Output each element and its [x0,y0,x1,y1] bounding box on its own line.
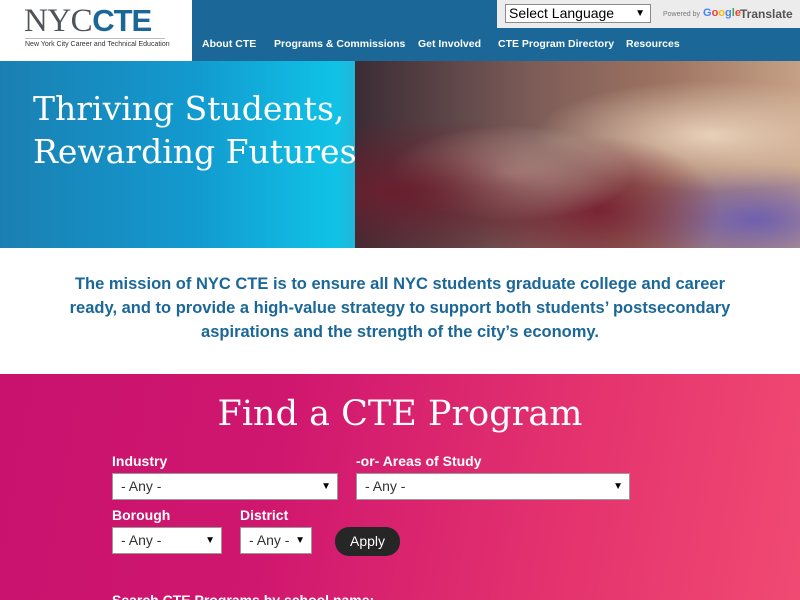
borough-select[interactable]: - Any - ▼ [112,527,222,554]
translate-label: Translate [740,7,793,21]
nav-about-cte[interactable]: About CTE [202,38,256,50]
google-logo[interactable]: Google [703,7,741,19]
nav-resources[interactable]: Resources [626,38,680,50]
dropdown-arrow-icon: ▼ [321,481,331,492]
logo-subtitle: New York City Career and Technical Educa… [25,41,170,48]
apply-button[interactable]: Apply [335,527,400,556]
hero-banner: Thriving Students, Rewarding Futures [0,61,800,248]
industry-label: Industry [112,453,168,469]
search-by-school-label: Search CTE Programs by school name: [112,592,375,600]
industry-select[interactable]: - Any - ▼ [112,473,338,500]
hero-title: Thriving Students, Rewarding Futures [33,89,357,171]
dropdown-arrow-icon: ▼ [635,8,645,19]
logo-divider [25,38,165,39]
powered-by-label: Powered by [663,11,700,18]
language-select[interactable]: Select Language ▼ [505,4,651,23]
logo[interactable]: NYCCTE New York City Career and Technica… [0,0,192,61]
areas-of-study-label: -or- Areas of Study [356,453,482,469]
district-select[interactable]: - Any - ▼ [240,527,312,554]
logo-wordmark: NYCCTE [24,3,152,39]
find-program-title: Find a CTE Program [217,394,583,434]
areas-of-study-select[interactable]: - Any - ▼ [356,473,630,500]
district-label: District [240,507,289,523]
site-header: NYCCTE New York City Career and Technica… [0,0,800,61]
nav-get-involved[interactable]: Get Involved [418,38,481,50]
hero-students-photo [355,61,800,248]
dropdown-arrow-icon: ▼ [613,481,623,492]
mission-section: The mission of NYC CTE is to ensure all … [0,248,800,374]
mission-statement: The mission of NYC CTE is to ensure all … [69,275,731,341]
nav-programs-commissions[interactable]: Programs & Commissions [274,38,405,50]
dropdown-arrow-icon: ▼ [295,535,305,546]
nav-cte-program-directory[interactable]: CTE Program Directory [498,38,614,50]
dropdown-arrow-icon: ▼ [205,535,215,546]
google-translate-bar: Select Language ▼ Powered by Google Tran… [497,0,800,28]
borough-label: Borough [112,507,171,523]
find-program-section: Find a CTE Program Industry - Any - ▼ -o… [0,374,800,600]
